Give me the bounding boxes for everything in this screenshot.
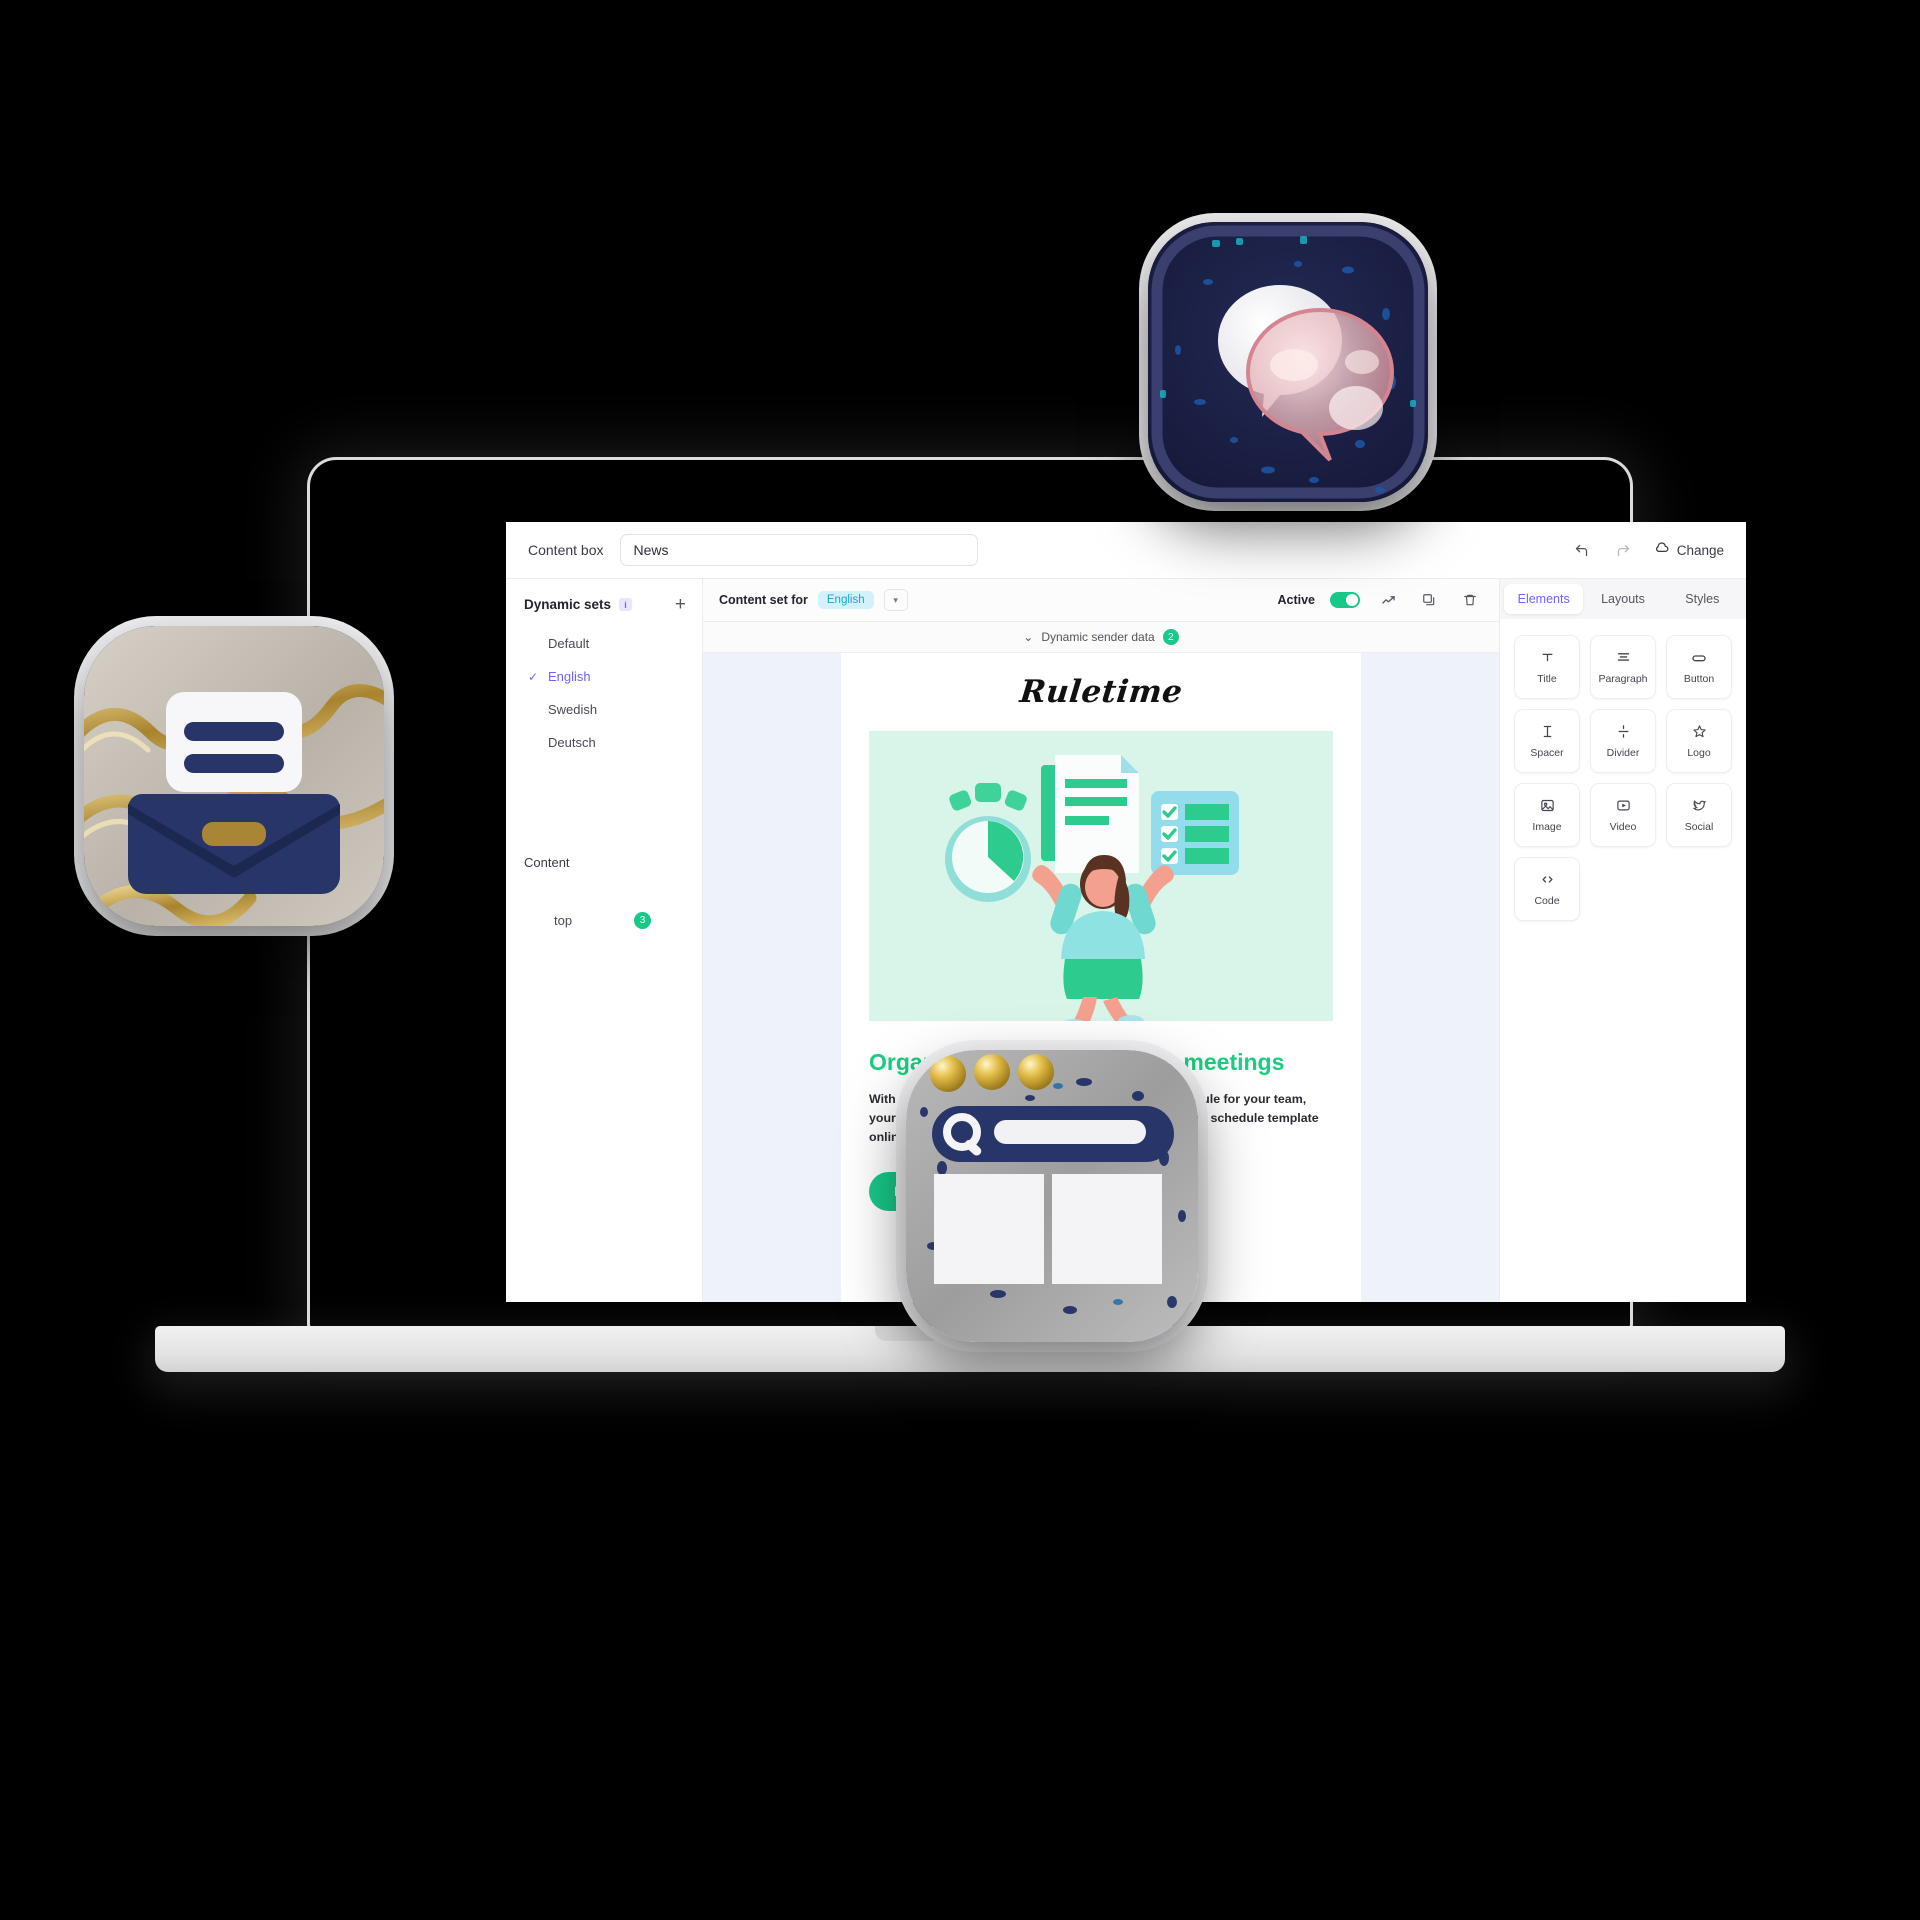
- element-tile-social[interactable]: Social: [1666, 783, 1732, 847]
- tab-styles[interactable]: Styles: [1663, 584, 1742, 614]
- duplicate-icon[interactable]: [1416, 587, 1442, 613]
- sidebar-item-label: Default: [548, 636, 590, 651]
- element-tile-label: Image: [1532, 821, 1562, 833]
- mail-envelope-3d-icon: [84, 626, 384, 926]
- element-tile-logo[interactable]: Logo: [1666, 709, 1732, 773]
- search-browser-3d-icon: [906, 1050, 1198, 1342]
- trash-icon[interactable]: [1457, 587, 1483, 613]
- star-logo-icon: [1692, 723, 1707, 740]
- element-tile-label: Video: [1609, 821, 1637, 833]
- sidebar-item-label: Swedish: [548, 702, 598, 717]
- dynamic-sender-bar[interactable]: ⌄ Dynamic sender data 2: [703, 622, 1499, 653]
- elements-grid: Title Paragraph Button Spacer Divider Lo…: [1500, 619, 1746, 937]
- element-tile-label: Button: [1683, 673, 1715, 685]
- hero-illustration: [869, 731, 1333, 1021]
- dynamic-sets-sidebar: Dynamic sets i + Default ✓ English Swedi…: [506, 579, 703, 1302]
- element-tile-label: Code: [1534, 895, 1560, 907]
- cloud-icon: [1653, 540, 1670, 560]
- sidebar-header: Dynamic sets i +: [506, 595, 702, 614]
- email-logo: Ruletime: [841, 653, 1361, 731]
- dynamic-sender-label: Dynamic sender data: [1041, 630, 1155, 644]
- paragraph-icon: [1616, 649, 1631, 666]
- social-icon: [1692, 797, 1707, 814]
- content-set-label: Content set for: [719, 593, 808, 607]
- element-tile-label: Paragraph: [1598, 673, 1648, 685]
- dynamic-sender-badge: 2: [1162, 629, 1179, 645]
- sidebar-sub-badge: 3: [634, 912, 652, 929]
- email-logo-text: Ruletime: [1017, 674, 1185, 710]
- element-tile-label: Title: [1537, 673, 1557, 685]
- element-tile-video[interactable]: Video: [1590, 783, 1656, 847]
- panel-tabs: Elements Layouts Styles: [1500, 579, 1746, 619]
- element-tile-title[interactable]: Title: [1514, 635, 1580, 699]
- chevron-down-icon: ⌄: [1023, 630, 1034, 644]
- trend-chart-icon[interactable]: [1375, 587, 1401, 613]
- sidebar-sub-row[interactable]: top 3: [506, 912, 702, 929]
- element-tile-code[interactable]: Code: [1514, 857, 1580, 921]
- info-icon[interactable]: i: [619, 598, 633, 611]
- element-tile-divider[interactable]: Divider: [1590, 709, 1656, 773]
- divider-icon: [1616, 723, 1631, 740]
- element-tile-paragraph[interactable]: Paragraph: [1590, 635, 1656, 699]
- content-set-actions: Active: [1277, 587, 1483, 613]
- element-tile-label: Divider: [1606, 747, 1640, 759]
- undo-icon[interactable]: [1569, 537, 1595, 563]
- sidebar-title: Dynamic sets: [524, 597, 612, 612]
- sidebar-item-label: English: [548, 669, 591, 684]
- content-box-value: News: [633, 542, 669, 558]
- sidebar-section-label: Content: [524, 855, 570, 870]
- change-button[interactable]: Change: [1653, 540, 1724, 560]
- element-tile-label: Spacer: [1530, 747, 1564, 759]
- change-label: Change: [1676, 542, 1724, 558]
- code-icon: [1540, 871, 1555, 888]
- element-tile-label: Social: [1684, 821, 1714, 833]
- chevron-down-icon[interactable]: ▾: [883, 589, 908, 611]
- sidebar-item-swedish[interactable]: Swedish: [506, 693, 702, 726]
- scene: Content box News Change Dynamic sets i +…: [0, 0, 1920, 1920]
- button-icon: [1691, 649, 1707, 666]
- sidebar-item-english[interactable]: ✓ English: [506, 660, 702, 693]
- content-box-input[interactable]: News: [619, 534, 978, 566]
- spacer-icon: [1540, 723, 1555, 740]
- element-tile-button[interactable]: Button: [1666, 635, 1732, 699]
- element-tile-spacer[interactable]: Spacer: [1514, 709, 1580, 773]
- element-tile-label: Logo: [1687, 747, 1711, 759]
- dynamic-set-list: Default ✓ English Swedish Deutsch: [506, 627, 702, 759]
- content-box-label: Content box: [528, 542, 604, 558]
- tab-elements[interactable]: Elements: [1504, 584, 1584, 614]
- active-toggle[interactable]: [1330, 592, 1360, 608]
- video-icon: [1616, 797, 1631, 814]
- image-icon: [1540, 797, 1555, 814]
- plus-icon[interactable]: +: [675, 595, 686, 614]
- redo-icon[interactable]: [1611, 537, 1637, 563]
- content-set-chip[interactable]: English: [817, 591, 874, 609]
- sidebar-item-default[interactable]: Default: [506, 627, 702, 660]
- app-topbar: Content box News Change: [506, 522, 1746, 579]
- sidebar-sub-label: top: [554, 913, 573, 928]
- tab-layouts[interactable]: Layouts: [1583, 584, 1662, 614]
- chat-bubble-3d-icon: [1148, 222, 1428, 502]
- active-label: Active: [1277, 593, 1315, 607]
- sidebar-item-deutsch[interactable]: Deutsch: [506, 726, 702, 759]
- elements-panel: Elements Layouts Styles Title Paragraph …: [1499, 579, 1746, 1302]
- sidebar-item-label: Deutsch: [548, 735, 596, 750]
- content-set-bar: Content set for English ▾ Active: [703, 579, 1499, 622]
- element-tile-image[interactable]: Image: [1514, 783, 1580, 847]
- title-icon: [1540, 649, 1555, 666]
- check-icon: ✓: [528, 669, 539, 684]
